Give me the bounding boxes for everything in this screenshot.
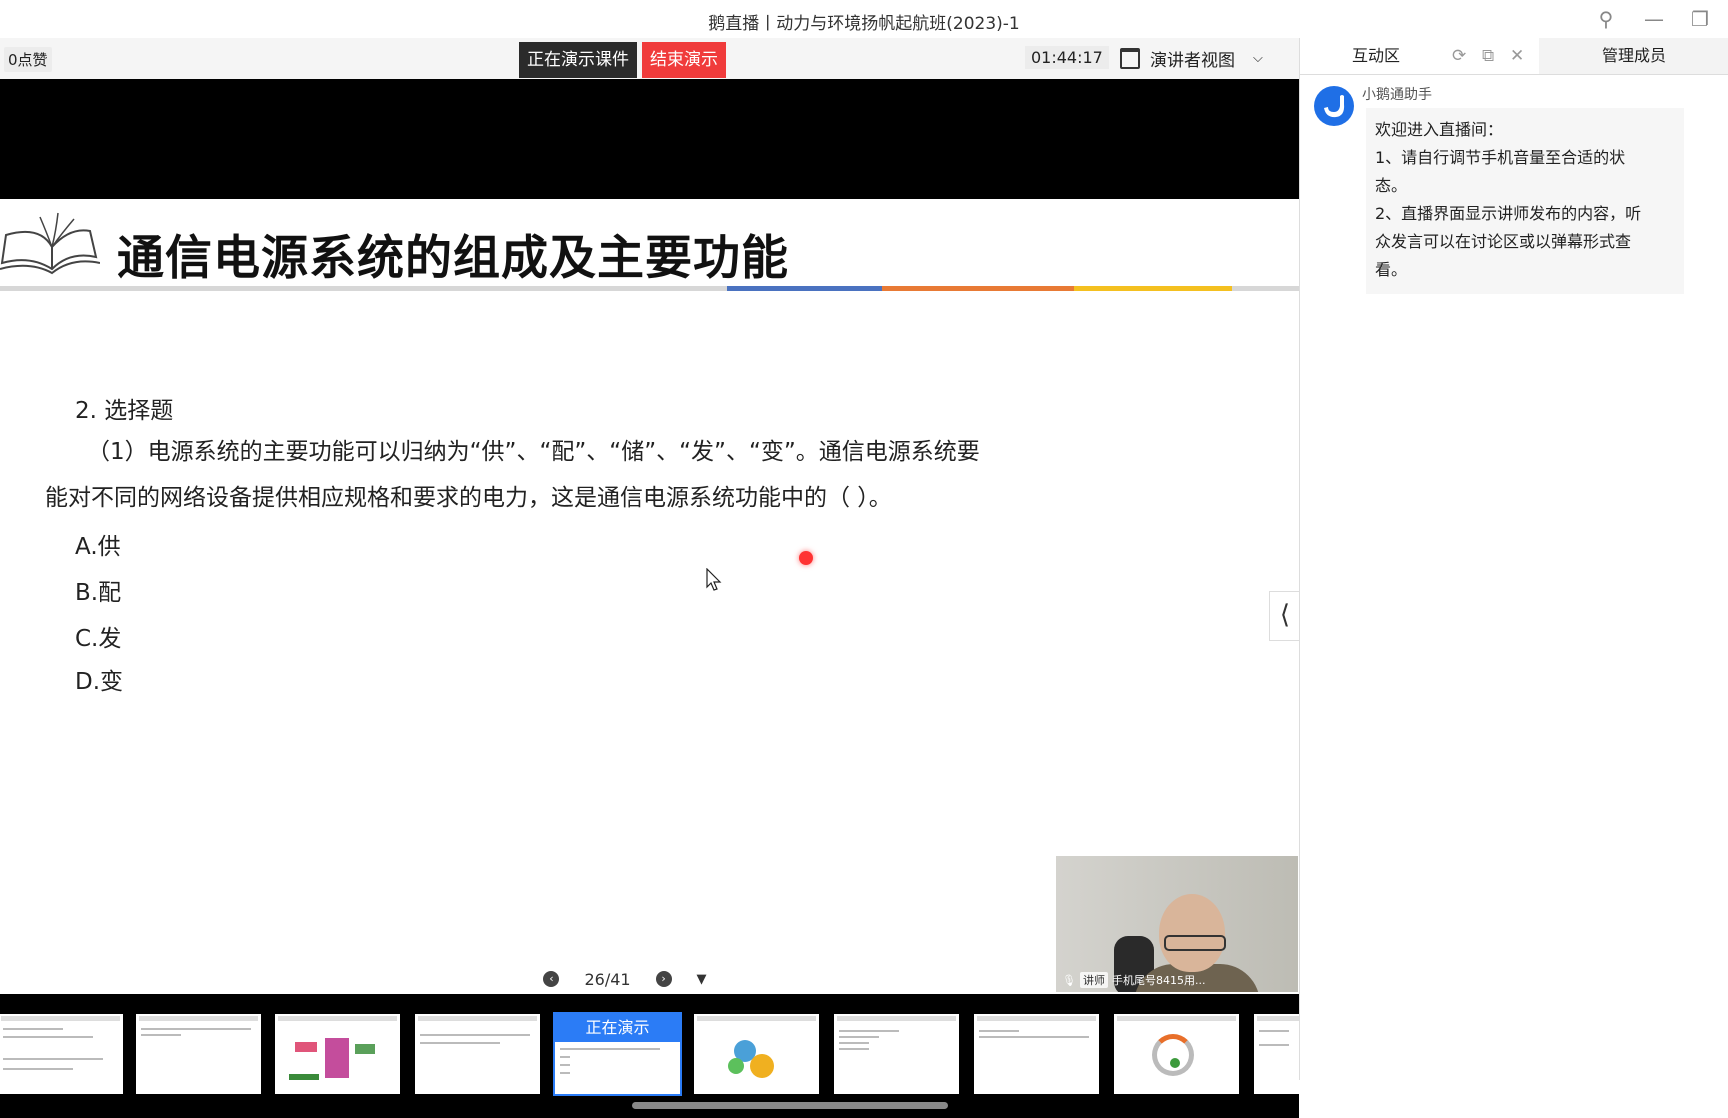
microphone-icon: 🎙 <box>1062 973 1076 987</box>
restore-icon[interactable]: ❐ <box>1686 6 1714 32</box>
message-line: 看。 <box>1375 260 1408 279</box>
collapse-panel-button[interactable]: ⟨ <box>1269 591 1301 641</box>
message-sender: 小鹅通助手 <box>1362 87 1432 103</box>
thumbnail-scrollbar[interactable] <box>632 1102 948 1109</box>
option-a: A.供 <box>75 534 121 560</box>
role-tag: 讲师 <box>1079 972 1108 988</box>
live-timer: 01:44:17 <box>1025 46 1109 69</box>
popout-icon[interactable]: ⧉ <box>1482 46 1494 66</box>
webcam-person-glasses <box>1164 935 1226 951</box>
presentation-stage: 0点赞 正在演示课件 结束演示 01:44:17 演讲者视图 ⌵ 通信电源系统的… <box>0 38 1301 1118</box>
slide-thumbnail[interactable] <box>275 1014 400 1094</box>
book-icon <box>0 212 100 275</box>
previous-slide-icon[interactable]: ‹ <box>543 971 560 987</box>
webcam-caption: 🎙 讲师 手机尾号8415用... <box>1062 972 1205 988</box>
avatar <box>1314 86 1354 126</box>
slide-title: 通信电源系统的组成及主要功能 <box>117 231 789 286</box>
option-c: C.发 <box>75 626 122 652</box>
webcam-preview[interactable]: 🎙 讲师 手机尾号8415用... <box>1056 856 1298 992</box>
tab-interaction[interactable]: 互动区 <box>1300 38 1539 74</box>
question-heading: 2. 选择题 <box>75 398 174 424</box>
view-mode-select[interactable]: 演讲者视图 ⌵ <box>1120 44 1263 72</box>
slide-thumbnail[interactable] <box>136 1014 261 1094</box>
accent-blue <box>727 286 882 291</box>
end-demo-button[interactable]: 结束演示 <box>642 42 726 78</box>
calendar-icon <box>1120 47 1140 69</box>
window-title: 鹅直播丨动力与环境扬帆起航班(2023)-1 <box>708 14 1020 34</box>
option-d: D.变 <box>75 669 124 695</box>
webcam-person-head <box>1159 894 1225 972</box>
thumbnail-strip: 正在演示 <box>0 994 1299 1118</box>
message-bubble: 欢迎进入直播间： 1、请自行调节手机音量至合适的状 态。 2、直播界面显示讲师发… <box>1366 108 1684 294</box>
interaction-panel: 互动区 ⟳ ⧉ ✕ 管理成员 小鹅通助手 欢迎进入直播间： 1、请自行调节手机音… <box>1299 38 1728 1080</box>
laser-pointer <box>799 551 813 565</box>
next-slide-icon[interactable]: › <box>655 971 672 987</box>
panel-tabs: 互动区 ⟳ ⧉ ✕ 管理成员 <box>1300 38 1728 75</box>
message-line: 态。 <box>1375 176 1408 195</box>
accent-orange <box>882 286 1074 291</box>
refresh-icon[interactable]: ⟳ <box>1452 46 1466 66</box>
question-line: （1）电源系统的主要功能可以归纳为“供”、“配”、“储”、“发”、“变”。通信电… <box>87 439 980 465</box>
presenting-status: 正在演示课件 <box>519 42 637 78</box>
question-line: 能对不同的网络设备提供相应规格和要求的电力，这是通信电源系统功能中的（ ）。 <box>45 485 892 511</box>
message-line: 1、请自行调节手机音量至合适的状 <box>1375 148 1626 167</box>
page-indicator: 26/41 <box>584 969 631 989</box>
chevron-down-icon: ⌵ <box>1253 50 1263 66</box>
caret-down-icon[interactable]: ▼ <box>697 972 707 987</box>
view-mode-label: 演讲者视图 <box>1150 50 1235 71</box>
slide-thumbnail[interactable] <box>1114 1014 1239 1094</box>
slide-thumbnail-current[interactable]: 正在演示 <box>553 1012 682 1096</box>
option-b: B.配 <box>75 580 122 606</box>
presenter-toolbar: 0点赞 正在演示课件 结束演示 01:44:17 演讲者视图 ⌵ <box>0 38 1299 79</box>
slide-thumbnail[interactable] <box>974 1014 1099 1094</box>
title-underline <box>0 286 1299 291</box>
accent-yellow <box>1074 286 1232 291</box>
title-bar: 鹅直播丨动力与环境扬帆起航班(2023)-1 ⚲ — ❐ <box>0 0 1728 39</box>
slide-pager: ‹ 26/41 › ▼ <box>531 960 719 998</box>
tab-members-label: 管理成员 <box>1601 46 1666 65</box>
tab-members[interactable]: 管理成员 <box>1539 38 1728 74</box>
speaker-name: 手机尾号8415用... <box>1111 974 1206 987</box>
message-line: 众发言可以在讨论区或以弹幕形式查 <box>1375 232 1632 251</box>
mouse-cursor-icon <box>706 568 722 591</box>
pin-icon[interactable]: ⚲ <box>1592 6 1620 32</box>
message-line: 欢迎进入直播间： <box>1375 120 1504 139</box>
slide-thumbnail[interactable] <box>1254 1014 1299 1094</box>
slide-thumbnail[interactable] <box>834 1014 959 1094</box>
minimize-icon[interactable]: — <box>1640 6 1668 32</box>
slide-thumbnail[interactable] <box>415 1014 540 1094</box>
slide-canvas: 通信电源系统的组成及主要功能 2. 选择题 （1）电源系统的主要功能可以归纳为“… <box>0 199 1299 956</box>
slide-letterbox <box>0 79 1299 199</box>
tab-interaction-label: 互动区 <box>1352 46 1401 65</box>
question-text: （1）电源系统的主要功能可以归纳为“供”、“配”、“储”、“发”、“变”。通信电… <box>45 429 1205 521</box>
message-line: 2、直播界面显示讲师发布的内容，听 <box>1375 204 1642 223</box>
like-count: 0点赞 <box>4 47 52 72</box>
close-icon[interactable]: ✕ <box>1510 46 1524 66</box>
slide-thumbnail[interactable] <box>0 1014 123 1094</box>
current-slide-label: 正在演示 <box>555 1014 680 1042</box>
goose-logo-icon <box>1324 95 1345 118</box>
slide-thumbnail[interactable] <box>694 1014 819 1094</box>
